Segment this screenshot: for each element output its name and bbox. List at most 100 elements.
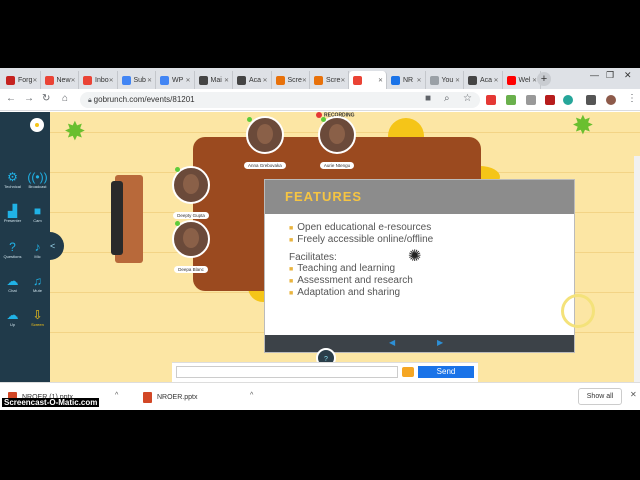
participant-avatar[interactable]: Aurie Ntengu [318, 116, 356, 172]
tab-label: Sub [133, 76, 146, 84]
sidebar-item-label: Up [9, 322, 16, 327]
sidebar-item-presenter[interactable]: ▟ Presenter [0, 204, 25, 223]
participant-avatar[interactable]: Deepty Gupta [172, 166, 210, 222]
plant-icon: ✸ [572, 112, 594, 140]
tab-favicon-icon [198, 75, 208, 85]
browser-tab[interactable]: Scre ✕ [310, 71, 349, 89]
collapse-sidebar-button[interactable]: < [42, 232, 64, 260]
address-toolbar: ← → ↻ ⌂ 🔒︎ gobrunch.com/events/81201 ■ ⌕… [0, 89, 640, 111]
camera-icon[interactable]: ■ [425, 93, 431, 104]
forward-icon[interactable]: → [24, 93, 34, 104]
browser-tab[interactable]: Mai ✕ [195, 71, 233, 89]
close-tab-icon[interactable]: ✕ [302, 77, 307, 84]
slide-controls: ◀ ▶ [265, 335, 574, 352]
browser-tab[interactable]: ✕ [348, 71, 387, 89]
shared-slide: FEATURES ■ Open educational e-resources ■… [265, 180, 574, 352]
close-tab-icon[interactable]: ✕ [71, 77, 76, 84]
back-icon[interactable]: ← [6, 93, 16, 104]
sidebar-item-screen[interactable]: ⇩ Screen [25, 308, 50, 327]
close-tab-icon[interactable]: ✕ [493, 77, 498, 84]
close-tab-icon[interactable]: ✕ [224, 77, 229, 84]
tab-favicon-icon [83, 75, 92, 85]
chevron-up-icon[interactable]: ^ [115, 392, 118, 399]
url-text: gobrunch.com/events/81201 [93, 95, 195, 104]
chat-icon: ☁ [6, 274, 19, 288]
show-all-button[interactable]: Show all [578, 388, 622, 405]
browser-tab[interactable]: WP ✕ [156, 71, 195, 89]
tab-favicon-icon [391, 75, 400, 85]
browser-tab[interactable]: NR ✕ [387, 71, 426, 89]
participant-avatar[interactable]: Deepa Blanc [172, 220, 210, 276]
close-tab-icon[interactable]: ✕ [147, 77, 152, 84]
close-tab-icon[interactable]: ✕ [340, 77, 345, 84]
zoom-icon[interactable]: ⌕ [444, 93, 450, 104]
sidebar-item-broadcast[interactable]: ((•)) Broadcast [25, 170, 50, 189]
slide-bullet: ■ Freely accessible online/offline [289, 234, 434, 245]
event-room: ⚙ Technical ((•)) Broadcast ▟ Presenter ■ Cam? Q… [0, 112, 640, 382]
chat-input[interactable] [176, 366, 398, 378]
star-icon[interactable]: ☆ [463, 93, 472, 104]
close-icon[interactable]: ✕ [624, 70, 632, 81]
close-tab-icon[interactable]: ✕ [185, 77, 190, 84]
browser-tab[interactable]: Aca ✕ [464, 71, 503, 89]
slide-bullet: ■ Open educational e-resources [289, 222, 432, 233]
gear-icon: ⚙ [7, 170, 18, 184]
chevron-up-icon[interactable]: ^ [250, 392, 253, 399]
browser-tab[interactable]: Sub ✕ [118, 71, 156, 89]
sidebar-item-technical[interactable]: ⚙ Technical [0, 170, 25, 189]
tab-favicon-icon [44, 75, 54, 85]
menu-icon[interactable]: ⋮ [627, 93, 637, 104]
tab-favicon-icon [468, 75, 477, 85]
address-bar[interactable]: 🔒︎ gobrunch.com/events/81201 [80, 92, 480, 108]
close-tab-icon[interactable]: ✕ [416, 77, 421, 84]
extension-icon[interactable] [586, 95, 596, 105]
loading-spinner-icon: ✺ [408, 248, 422, 265]
slide-title: FEATURES [285, 189, 363, 204]
close-tab-icon[interactable]: ✕ [455, 77, 460, 84]
close-tab-icon[interactable]: ✕ [262, 77, 267, 84]
new-tab-button[interactable]: + [537, 72, 551, 86]
download-item[interactable]: NROER.pptx [143, 387, 197, 407]
tab-strip: Forg ✕ New ✕ Inbo ✕ Sub ✕ WP ✕ Mai ✕ Aca ✕ Scre ✕ Scre ✕ ✕… [0, 68, 640, 89]
presentation-screen-prop [111, 175, 143, 263]
extension-icon[interactable] [563, 95, 573, 105]
participant-avatar[interactable]: Anna Grebovaka [244, 116, 286, 172]
participant-name: Deepty Gupta [173, 212, 209, 219]
sidebar-item-cam[interactable]: ■ Cam [25, 204, 50, 223]
video-icon[interactable] [402, 367, 414, 377]
extension-icon[interactable] [526, 95, 536, 105]
sidebar-item-mute[interactable]: ♫ Mute [25, 274, 50, 293]
extension-icon[interactable] [486, 95, 496, 105]
minimize-icon[interactable]: — [590, 70, 599, 80]
close-tab-icon[interactable]: ✕ [378, 77, 383, 84]
reload-icon[interactable]: ↻ [42, 93, 50, 104]
sidebar-item-label: Cam [33, 218, 42, 223]
sidebar-item-up[interactable]: ☁ Up [0, 308, 25, 327]
close-tab-icon[interactable]: ✕ [109, 77, 114, 84]
sidebar-item-label: Screen [31, 322, 44, 327]
close-tab-icon[interactable]: ✕ [32, 77, 37, 84]
profile-avatar[interactable] [606, 95, 616, 105]
extension-icon[interactable] [506, 95, 516, 105]
broadcast-icon: ((•)) [27, 170, 48, 184]
browser-tab[interactable]: Aca ✕ [233, 71, 272, 89]
browser-tab[interactable]: Inbo ✕ [79, 71, 118, 89]
browser-tab[interactable]: New ✕ [41, 71, 79, 89]
sidebar-item-questions[interactable]: ? Questions [0, 240, 25, 259]
slide-bullet: ■ Adaptation and sharing [289, 287, 401, 298]
send-button[interactable]: Send [418, 366, 474, 378]
maximize-icon[interactable]: ❐ [606, 70, 614, 81]
home-icon[interactable]: ⌂ [62, 93, 68, 104]
next-slide-icon[interactable]: ▶ [437, 338, 443, 347]
tab-label: Inbo [95, 76, 109, 84]
tab-label: Scre [287, 76, 302, 84]
scrollbar[interactable] [634, 156, 640, 382]
browser-tab[interactable]: Wel ✕ [503, 71, 541, 89]
browser-tab[interactable]: Forg ✕ [2, 71, 41, 89]
close-icon[interactable]: ✕ [630, 390, 637, 399]
sidebar-item-chat[interactable]: ☁ Chat [0, 274, 25, 293]
browser-tab[interactable]: Scre ✕ [272, 71, 310, 89]
browser-tab[interactable]: You ✕ [426, 71, 464, 89]
extension-icon[interactable] [545, 95, 555, 105]
prev-slide-icon[interactable]: ◀ [389, 338, 395, 347]
